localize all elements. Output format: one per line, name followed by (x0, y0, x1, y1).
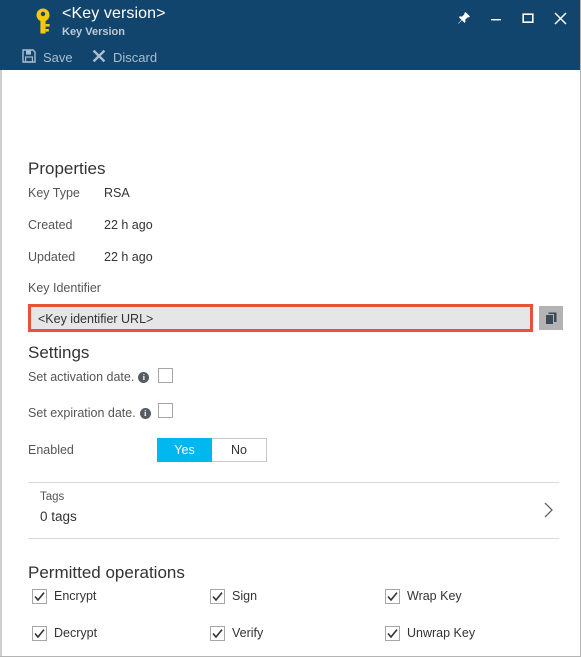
key-identifier-input[interactable]: <Key identifier URL> (28, 304, 533, 332)
key-icon (36, 8, 50, 34)
permitted-op-checkbox-decrypt[interactable] (32, 626, 47, 641)
permitted-op-label-wrap-key: Wrap Key (407, 589, 462, 603)
key-identifier-label: Key Identifier (28, 281, 101, 295)
key-type-label: Key Type (28, 186, 80, 200)
command-bar: Save Discard (0, 44, 580, 70)
expiration-date-checkbox[interactable] (158, 403, 173, 418)
save-label: Save (43, 49, 73, 65)
page-title: <Key version> (62, 5, 166, 22)
discard-icon (92, 49, 106, 66)
chevron-right-icon (542, 501, 555, 524)
maximize-icon[interactable] (512, 2, 544, 34)
permitted-operations-heading: Permitted operations (28, 563, 185, 582)
window-controls (448, 0, 576, 36)
settings-heading: Settings (28, 343, 90, 362)
tags-label: Tags (40, 491, 65, 503)
divider (28, 538, 559, 539)
permitted-op-checkbox-sign[interactable] (210, 589, 225, 604)
close-icon[interactable] (544, 2, 576, 34)
copy-icon (544, 312, 556, 325)
discard-button[interactable]: Discard (92, 44, 157, 70)
discard-label: Discard (113, 49, 158, 65)
created-value: 22 h ago (104, 218, 153, 232)
properties-heading: Properties (28, 159, 106, 178)
save-icon (22, 48, 36, 66)
enabled-yes-option[interactable]: Yes (157, 438, 212, 462)
title-bar: <Key version> Key Version (0, 0, 580, 44)
tags-value: 0 tags (40, 509, 77, 524)
permitted-op-checkbox-verify[interactable] (210, 626, 225, 641)
created-label: Created (28, 218, 73, 232)
permitted-op-checkbox-encrypt[interactable] (32, 589, 47, 604)
key-type-value: RSA (104, 186, 130, 200)
enabled-no-option[interactable]: No (212, 438, 267, 462)
tags-row[interactable]: Tags 0 tags (28, 482, 559, 538)
permitted-op-label-decrypt: Decrypt (54, 626, 98, 640)
blade-content: Properties Key Type RSA Created 22 h ago… (0, 70, 580, 656)
save-button[interactable]: Save (22, 44, 73, 70)
permitted-op-label-encrypt: Encrypt (54, 589, 97, 603)
updated-label: Updated (28, 250, 76, 264)
page-subtitle: Key Version (62, 26, 125, 38)
minimize-icon[interactable] (480, 2, 512, 34)
info-icon[interactable]: i (139, 408, 151, 419)
activation-date-checkbox[interactable] (158, 368, 173, 383)
activation-date-label: Set activation date. i (28, 370, 150, 384)
key-identifier-value: <Key identifier URL> (38, 312, 154, 326)
key-version-blade: <Key version> Key Version Save Discard P… (0, 0, 581, 657)
permitted-op-checkbox-unwrap-key[interactable] (385, 626, 400, 641)
permitted-op-label-unwrap-key: Unwrap Key (407, 626, 476, 640)
info-icon[interactable]: i (138, 372, 150, 383)
expiration-date-label: Set expiration date. i (28, 406, 151, 420)
permitted-op-label-sign: Sign (232, 589, 258, 603)
updated-value: 22 h ago (104, 250, 153, 264)
enabled-toggle: Yes No (157, 438, 267, 462)
pin-icon[interactable] (448, 2, 480, 34)
enabled-label: Enabled (28, 443, 74, 457)
copy-button[interactable] (539, 306, 563, 330)
permitted-op-checkbox-wrap-key[interactable] (385, 589, 400, 604)
permitted-op-label-verify: Verify (232, 626, 264, 640)
